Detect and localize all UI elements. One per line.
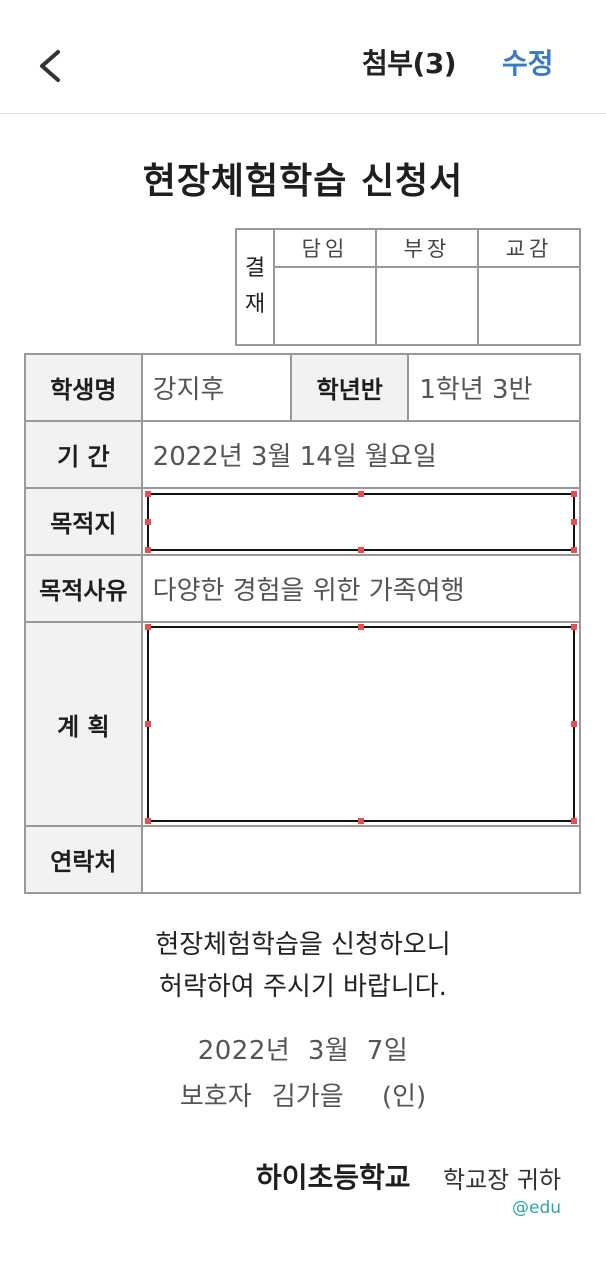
- plan-label: 계 획: [24, 621, 143, 827]
- guardian-line: 보호자 김가을 (인): [0, 1076, 606, 1113]
- chevron-left-icon: [40, 50, 60, 82]
- destination-selection-box[interactable]: [144, 490, 577, 553]
- closing-line-1: 현장체험학습을 신청하오니: [155, 930, 451, 960]
- application-date: 2022년 3월 7일: [197, 1036, 409, 1066]
- student-name-label: 학생명: [24, 353, 143, 422]
- back-button[interactable]: [30, 38, 74, 94]
- approval-table: 결 재 담임 부장 교감: [235, 228, 581, 346]
- approval-label-bottom: 재: [244, 292, 266, 317]
- approval-sign-vice-principal: [477, 266, 581, 346]
- school-name: 하이초등학교: [256, 1161, 411, 1194]
- approval-sign-head: [375, 266, 479, 346]
- document-title: 현장체험학습 신청서: [142, 161, 464, 202]
- destination-cell: [140, 487, 582, 556]
- edit-button[interactable]: 수정: [502, 42, 554, 82]
- approval-role-vice-principal: 교감: [477, 228, 581, 268]
- student-name-value: 강지후: [140, 353, 293, 422]
- approval-role-homeroom: 담임: [273, 228, 377, 268]
- approval-role-head: 부장: [375, 228, 479, 268]
- approval-sign-homeroom: [273, 266, 377, 346]
- seal-mark: (인): [381, 1082, 427, 1112]
- closing-text: 현장체험학습을 신청하오니 허락하여 주시기 바랍니다.: [0, 924, 606, 1008]
- top-bar: 첨부(3) 수정: [0, 0, 606, 114]
- period-value: 2022년 3월 14일 월요일: [140, 420, 582, 489]
- plan-selection-box[interactable]: [144, 624, 577, 824]
- guardian-label: 보호자: [179, 1082, 252, 1112]
- guardian-name: 김가을: [271, 1082, 344, 1112]
- approval-label: 결 재: [235, 228, 275, 346]
- period-label: 기 간: [24, 420, 143, 489]
- plan-cell: [140, 621, 582, 827]
- application-form-table: 학생명 강지후 학년반 1학년 3반 기 간 2022년 3월 14일 월요일 …: [24, 353, 582, 894]
- closing-line-2: 허락하여 주시기 바랍니다.: [159, 972, 447, 1002]
- addressee: 학교장 귀하: [443, 1166, 562, 1194]
- watermark: @edu: [512, 1198, 562, 1218]
- purpose-value: 다양한 경험을 위한 가족여행: [140, 554, 582, 623]
- purpose-label: 목적사유: [24, 554, 143, 623]
- grade-class-label: 학년반: [290, 353, 410, 422]
- attachment-count-title: 첨부(3): [362, 47, 457, 80]
- approval-label-top: 결: [244, 256, 266, 281]
- contact-value: [140, 825, 582, 894]
- destination-label: 목적지: [24, 487, 143, 556]
- contact-label: 연락처: [24, 825, 143, 894]
- grade-class-value: 1학년 3반: [407, 353, 581, 422]
